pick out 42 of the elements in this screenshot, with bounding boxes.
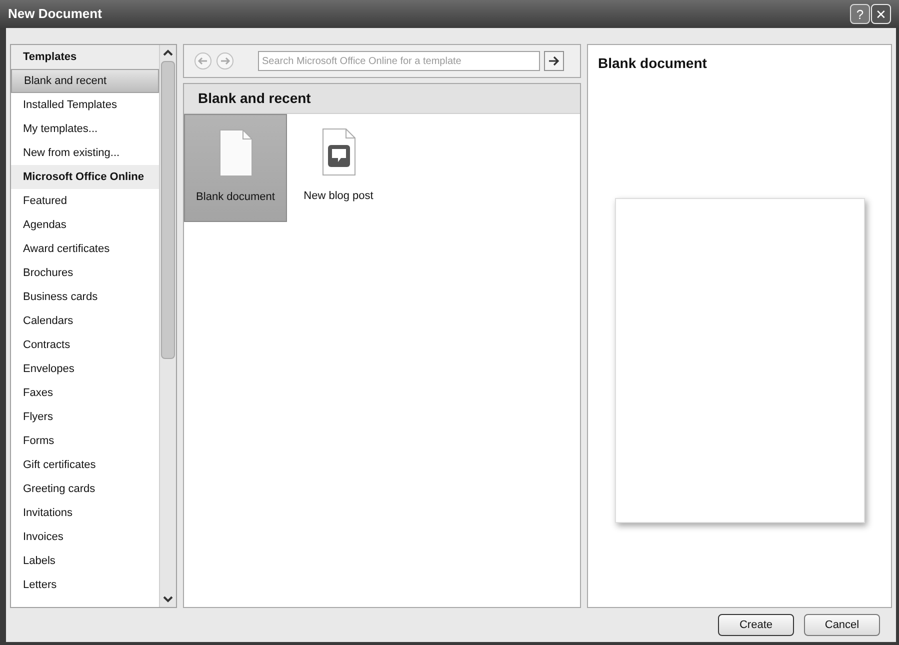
- sidebar-item[interactable]: Flyers: [11, 405, 159, 429]
- search-field[interactable]: Search Microsoft Office Online for a template: [258, 51, 540, 71]
- sidebar-item[interactable]: Award certificates: [11, 237, 159, 261]
- window-title: New Document: [8, 5, 102, 24]
- sidebar-heading: Templates: [11, 45, 159, 69]
- sidebar-item[interactable]: Faxes: [11, 381, 159, 405]
- blog-document-icon: [322, 128, 356, 176]
- close-button[interactable]: ✕: [871, 4, 891, 24]
- sidebar-item[interactable]: Gift certificates: [11, 453, 159, 477]
- create-button[interactable]: Create: [718, 614, 794, 636]
- template-label: Blank document: [196, 190, 275, 205]
- sidebar-item[interactable]: My templates...: [11, 117, 159, 141]
- scrollbar[interactable]: [159, 45, 176, 607]
- sidebar-item[interactable]: Invitations: [11, 501, 159, 525]
- preview-title: Blank document: [597, 54, 708, 73]
- sidebar-item[interactable]: Brochures: [11, 261, 159, 285]
- sidebar-item[interactable]: Contracts: [11, 333, 159, 357]
- sidebar-item[interactable]: Featured: [11, 189, 159, 213]
- sidebar-item[interactable]: Letters: [11, 573, 159, 597]
- sidebar-item[interactable]: Agendas: [11, 213, 159, 237]
- gallery-heading: Blank and recent: [198, 89, 311, 108]
- template-tile[interactable]: Blank document: [184, 114, 287, 222]
- sidebar-item[interactable]: Greeting cards: [11, 477, 159, 501]
- template-label: New blog post: [304, 189, 374, 204]
- sidebar-item[interactable]: Calendars: [11, 309, 159, 333]
- template-tile[interactable]: New blog post: [287, 114, 390, 222]
- search-go-icon[interactable]: [544, 51, 564, 71]
- scroll-thumb[interactable]: [161, 61, 175, 359]
- sidebar-item[interactable]: New from existing...: [11, 141, 159, 165]
- sidebar-item[interactable]: Business cards: [11, 285, 159, 309]
- forward-icon[interactable]: [216, 52, 234, 70]
- back-icon[interactable]: [194, 52, 212, 70]
- sidebar-item[interactable]: Blank and recent: [11, 69, 159, 93]
- sidebar-item[interactable]: Installed Templates: [11, 93, 159, 117]
- sidebar-item[interactable]: Forms: [11, 429, 159, 453]
- sidebar-item[interactable]: Invoices: [11, 525, 159, 549]
- cancel-button[interactable]: Cancel: [804, 614, 880, 636]
- blank-document-icon: [218, 129, 252, 177]
- help-button[interactable]: ?: [850, 4, 870, 24]
- sidebar-item[interactable]: Envelopes: [11, 357, 159, 381]
- sidebar-item[interactable]: Labels: [11, 549, 159, 573]
- sidebar-heading: Microsoft Office Online: [11, 165, 159, 189]
